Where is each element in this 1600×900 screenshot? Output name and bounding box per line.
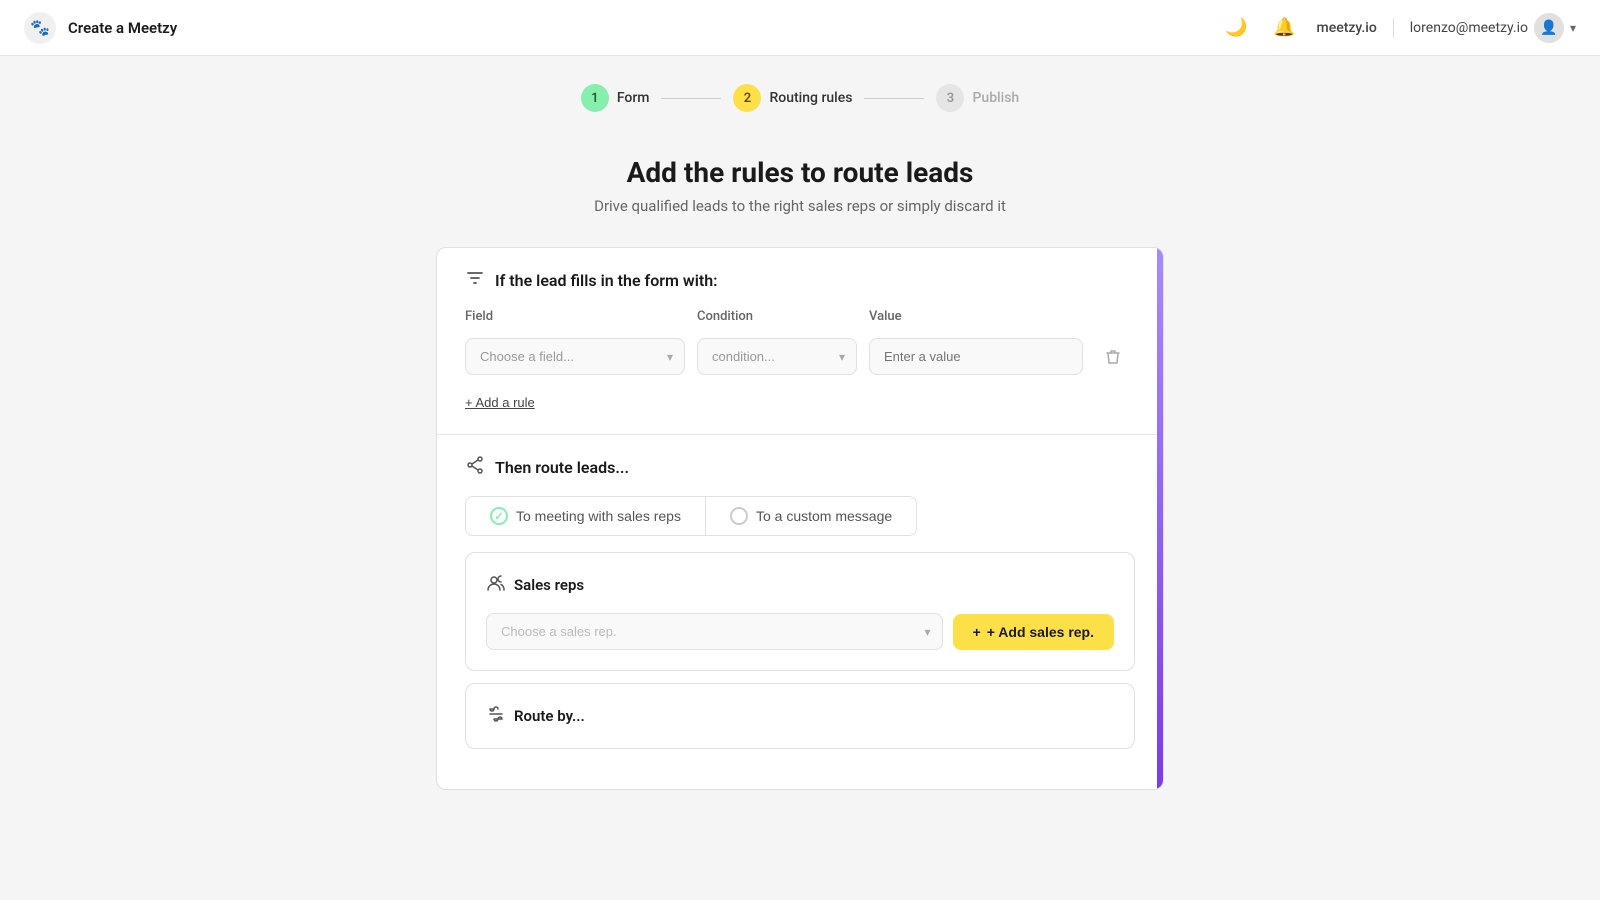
user-menu[interactable]: lorenzo@meetzy.io 👤 ▾ <box>1410 13 1576 43</box>
route-section-title: Then route leads... <box>495 458 629 477</box>
share-icon <box>465 455 485 480</box>
sales-reps-title: Sales reps <box>514 576 584 594</box>
route-section-header: Then route leads... <box>465 455 1135 480</box>
step-2-label: Routing rules <box>769 90 852 106</box>
sales-rep-row: Choose a sales rep. + + Add sales rep. <box>486 613 1114 650</box>
plus-icon: + <box>973 624 981 640</box>
main-content: Add the rules to route leads Drive quali… <box>420 132 1180 814</box>
add-sales-rep-button[interactable]: + + Add sales rep. <box>953 614 1114 650</box>
stepper: 1 Form 2 Routing rules 3 Publish <box>0 56 1600 132</box>
step-2-circle: 2 <box>733 84 761 112</box>
domain-link[interactable]: meetzy.io <box>1317 20 1377 36</box>
route-by-header: Route by... <box>486 704 1114 728</box>
routing-card: If the lead fills in the form with: Fiel… <box>436 247 1164 790</box>
add-rule-button[interactable]: + Add a rule <box>465 391 535 414</box>
route-option-meeting[interactable]: To meeting with sales reps <box>466 497 706 535</box>
sales-reps-icon <box>486 573 506 597</box>
avatar: 👤 <box>1534 13 1564 43</box>
route-by-title: Route by... <box>514 707 585 725</box>
step-2[interactable]: 2 Routing rules <box>733 84 852 112</box>
dark-mode-icon[interactable]: 🌙 <box>1221 12 1253 44</box>
notifications-icon[interactable]: 🔔 <box>1269 12 1301 44</box>
step-3-circle: 3 <box>936 84 964 112</box>
condition-select-wrapper: condition... <box>697 338 857 375</box>
step-line-2 <box>864 98 924 99</box>
step-3[interactable]: 3 Publish <box>936 84 1019 112</box>
card-accent-bar <box>1157 248 1163 789</box>
sliders-icon <box>486 704 506 728</box>
chevron-down-icon: ▾ <box>1570 21 1576 35</box>
step-1-label: Form <box>617 90 650 106</box>
radio-unchecked-icon <box>730 507 748 525</box>
route-option-message[interactable]: To a custom message <box>706 497 916 535</box>
add-sales-rep-label: + Add sales rep. <box>987 624 1094 640</box>
filter-section-header: If the lead fills in the form with: <box>465 268 1135 293</box>
value-input[interactable] <box>869 338 1083 375</box>
app-logo: 🐾 <box>24 12 56 44</box>
app-title: Create a Meetzy <box>68 19 177 37</box>
page-title: Add the rules to route leads <box>436 156 1164 189</box>
field-col-label: Field <box>465 309 685 324</box>
filter-icon <box>465 268 485 293</box>
sales-reps-header: Sales reps <box>486 573 1114 597</box>
step-line-1 <box>661 98 721 99</box>
route-option-message-label: To a custom message <box>756 508 892 524</box>
page-heading: Add the rules to route leads Drive quali… <box>436 156 1164 215</box>
sales-reps-card: Sales reps Choose a sales rep. + + Add s… <box>465 552 1135 671</box>
field-select[interactable]: Choose a field... <box>465 338 685 375</box>
delete-rule-button[interactable] <box>1095 339 1131 375</box>
sales-rep-select[interactable]: Choose a sales rep. <box>486 613 943 650</box>
value-col-label: Value <box>869 309 1083 324</box>
route-option-meeting-label: To meeting with sales reps <box>516 508 681 524</box>
route-options: To meeting with sales reps To a custom m… <box>465 496 917 536</box>
step-1[interactable]: 1 Form <box>581 84 650 112</box>
step-3-label: Publish <box>972 90 1019 106</box>
filter-section: If the lead fills in the form with: Fiel… <box>437 248 1163 435</box>
filter-section-title: If the lead fills in the form with: <box>495 271 718 290</box>
step-1-circle: 1 <box>581 84 609 112</box>
app-header: 🐾 Create a Meetzy 🌙 🔔 meetzy.io lorenzo@… <box>0 0 1600 56</box>
condition-select[interactable]: condition... <box>697 338 857 375</box>
condition-col-label: Condition <box>697 309 857 324</box>
filter-column-labels: Field Condition Value <box>465 309 1135 332</box>
sales-rep-select-wrapper: Choose a sales rep. <box>486 613 943 650</box>
route-section: Then route leads... To meeting with sale… <box>437 435 1163 789</box>
filter-row: Choose a field... condition... <box>465 338 1135 375</box>
header-separator <box>1393 18 1394 38</box>
page-subtitle: Drive qualified leads to the right sales… <box>436 197 1164 215</box>
radio-checked-icon <box>490 507 508 525</box>
field-select-wrapper: Choose a field... <box>465 338 685 375</box>
route-by-card: Route by... <box>465 683 1135 749</box>
user-email: lorenzo@meetzy.io <box>1410 20 1528 36</box>
header-right: 🌙 🔔 meetzy.io lorenzo@meetzy.io 👤 ▾ <box>1221 12 1577 44</box>
